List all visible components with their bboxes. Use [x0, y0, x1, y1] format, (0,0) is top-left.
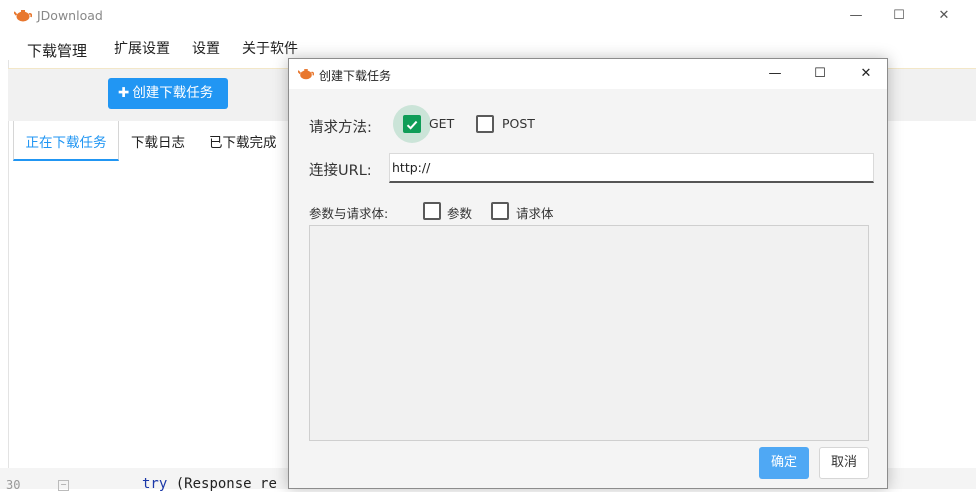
cancel-button[interactable]: 取消: [819, 447, 869, 479]
menu-settings[interactable]: 设置: [192, 38, 220, 58]
code-line-number: 30: [6, 478, 21, 492]
app-title: JDownload: [37, 8, 103, 23]
maximize-icon[interactable]: ☐: [888, 6, 910, 26]
tab-downloading[interactable]: 正在下载任务: [13, 121, 119, 161]
params-label: 参数与请求体:: [309, 206, 389, 221]
create-task-label: 创建下载任务: [132, 85, 214, 101]
dialog-maximize-icon[interactable]: ☐: [809, 64, 831, 84]
dialog-close-icon[interactable]: ✕: [855, 64, 877, 84]
url-label: 连接URL:: [309, 163, 372, 179]
menu-about[interactable]: 关于软件: [242, 38, 298, 58]
dialog-body: 请求方法: GET POST 连接URL: http:// 参数与请求体: 参数…: [289, 89, 887, 488]
code-keyword: try: [142, 476, 168, 492]
post-checkbox[interactable]: [476, 115, 494, 133]
ok-button[interactable]: 确定: [759, 447, 809, 479]
code-rest: (Response re: [167, 476, 277, 492]
params-checkbox[interactable]: [423, 202, 441, 220]
dialog-minimize-icon[interactable]: —: [764, 64, 786, 84]
dialog-title: 创建下载任务: [319, 69, 392, 83]
get-label: GET: [429, 116, 455, 131]
post-label: POST: [502, 116, 535, 131]
body-checkbox[interactable]: [491, 202, 509, 220]
request-body-textarea[interactable]: [309, 225, 869, 441]
plus-icon: ✚: [118, 85, 130, 101]
method-label: 请求方法:: [309, 120, 372, 136]
window-left-border: [0, 60, 9, 489]
menu-extension-settings[interactable]: 扩展设置: [114, 38, 170, 58]
menu-download-manage[interactable]: 下载管理: [27, 40, 87, 61]
teapot-logo-icon: [298, 69, 314, 80]
close-icon[interactable]: ✕: [933, 6, 955, 26]
create-task-dialog: 创建下载任务 — ☐ ✕ 请求方法: GET POST 连接URL: http:…: [288, 58, 888, 489]
check-icon: [406, 120, 418, 130]
teapot-logo-icon: [14, 10, 32, 22]
minimize-icon[interactable]: —: [845, 6, 867, 26]
body-option-label: 请求体: [516, 206, 554, 221]
tab-completed[interactable]: 已下载完成: [209, 121, 277, 161]
url-input[interactable]: http://: [389, 153, 874, 183]
dialog-titlebar: 创建下载任务 — ☐ ✕: [289, 59, 887, 89]
get-checkbox[interactable]: [403, 115, 421, 133]
code-line: try (Response re: [142, 476, 277, 492]
create-task-button[interactable]: ✚ 创建下载任务: [108, 78, 228, 109]
main-titlebar: JDownload — ☐ ✕: [0, 0, 976, 32]
tab-download-log[interactable]: 下载日志: [131, 121, 185, 161]
params-option-label: 参数: [447, 206, 473, 221]
code-fold-icon: −: [58, 480, 69, 491]
